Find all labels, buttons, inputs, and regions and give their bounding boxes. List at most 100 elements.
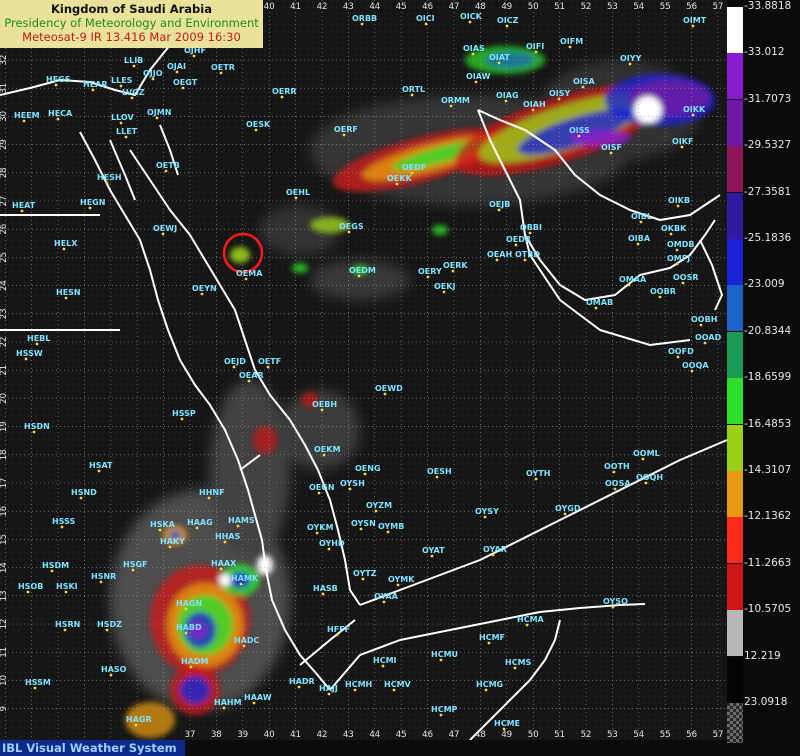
lon-tick-top: 49	[501, 2, 512, 12]
station-code: HAGR	[126, 715, 152, 724]
title-agency-country: Kingdom of Saudi Arabia	[51, 2, 212, 16]
station-dot	[628, 62, 632, 66]
legend-swatch	[727, 146, 743, 193]
station-dot	[109, 673, 113, 677]
station-code: OERK	[443, 261, 468, 270]
station-dot	[62, 247, 66, 251]
lat-tick: 14	[0, 562, 9, 573]
station-dot	[439, 658, 443, 662]
station-code: HAHM	[214, 698, 242, 707]
station-dot	[33, 686, 37, 690]
legend-swatch	[727, 610, 743, 657]
station-code: HCME	[494, 719, 520, 728]
station-dot	[613, 487, 617, 491]
lat-tick: 12	[0, 619, 9, 630]
station-code: OEHL	[286, 188, 310, 197]
station-code: ORBB	[352, 14, 377, 23]
station-dot	[523, 258, 527, 262]
station-code: OKBK	[661, 224, 687, 233]
station-code: OBBI	[520, 223, 542, 232]
station-code: HAJJ	[319, 684, 338, 693]
station-dot	[219, 567, 223, 571]
station-dot	[449, 104, 453, 108]
station-dot	[192, 54, 196, 58]
station-dot	[327, 547, 331, 551]
station-code: HASO	[101, 665, 127, 674]
station-code: HSGF	[123, 560, 148, 569]
station-code: HESH	[97, 173, 122, 182]
lon-tick-bottom: 41	[290, 730, 301, 740]
station-code: HCMS	[505, 658, 532, 667]
station-dot	[266, 365, 270, 369]
lat-tick: 15	[0, 534, 9, 545]
station-code: HESN	[56, 288, 81, 297]
station-dot	[132, 64, 136, 68]
station-dot	[195, 526, 199, 530]
satellite-map-view: ORBB OICI OICK OICZ OIMT OIAS OIFM OIAT OIFI OIYY…	[0, 0, 800, 756]
station-dot	[97, 469, 101, 473]
station-code: HSKA	[150, 520, 176, 529]
station-dot	[636, 242, 640, 246]
station-dot	[54, 83, 58, 87]
station-code: ORTL	[402, 85, 425, 94]
station-code: OOBR	[650, 287, 676, 296]
station-code: HEAT	[12, 201, 36, 210]
station-code: OIAW	[466, 72, 491, 81]
lon-tick-top: 41	[290, 2, 301, 12]
lon-tick-bottom: 46	[422, 730, 433, 740]
lon-tick-top: 51	[554, 2, 565, 12]
station-dot	[130, 96, 134, 100]
station-dot	[430, 554, 434, 558]
station-code: LLOV	[111, 113, 134, 122]
station-dot	[525, 623, 529, 627]
legend-value: -10.5705	[744, 603, 792, 616]
station-dot	[534, 477, 538, 481]
station-code: OEJD	[224, 357, 246, 366]
legend-value: -12.1362	[744, 510, 792, 523]
station-code: HCMF	[479, 633, 505, 642]
station-dot	[639, 220, 643, 224]
station-dot	[161, 232, 165, 236]
station-code: OYKM	[307, 523, 334, 532]
station-dot	[321, 592, 325, 596]
station-dot	[294, 196, 298, 200]
lon-tick-top: 40	[264, 2, 275, 12]
station-code: HSAT	[89, 461, 113, 470]
station-dot	[347, 230, 351, 234]
station-dot	[131, 568, 135, 572]
legend-swatch	[727, 703, 743, 743]
station-dot	[164, 169, 168, 173]
lon-tick-top: 52	[581, 2, 592, 12]
station-code: OEDR	[506, 235, 531, 244]
legend-value: -33.012	[744, 46, 785, 59]
station-code: OERY	[418, 267, 442, 276]
lat-tick: 22	[0, 337, 9, 348]
legend-value: -29.5327	[744, 139, 792, 152]
station-dot	[280, 95, 284, 99]
station-code: OYAA	[374, 592, 399, 601]
station-dot	[435, 475, 439, 479]
lon-tick-top: 55	[660, 2, 671, 12]
legend-swatch	[727, 331, 743, 378]
station-dot	[244, 277, 248, 281]
lon-tick-top: 47	[449, 2, 460, 12]
station-code: ORMM	[441, 96, 470, 105]
lon-tick-top: 44	[369, 2, 380, 12]
station-dot	[568, 45, 572, 49]
lat-tick: 28	[0, 167, 9, 178]
lon-tick-bottom: 52	[581, 730, 592, 740]
station-dot	[594, 306, 598, 310]
station-dot	[60, 525, 64, 529]
station-code: OEGN	[309, 483, 335, 492]
station-code: OIKB	[668, 196, 690, 205]
station-code: HAAX	[211, 559, 237, 568]
station-dot	[439, 713, 443, 717]
station-dot	[531, 108, 535, 112]
station-code: OYSY	[475, 507, 499, 516]
station-dot	[223, 540, 227, 544]
station-dot	[342, 133, 346, 137]
station-code: HCMP	[431, 705, 458, 714]
station-dot	[505, 24, 509, 28]
station-code: HCMA	[517, 615, 545, 624]
lon-tick-bottom: 45	[396, 730, 407, 740]
